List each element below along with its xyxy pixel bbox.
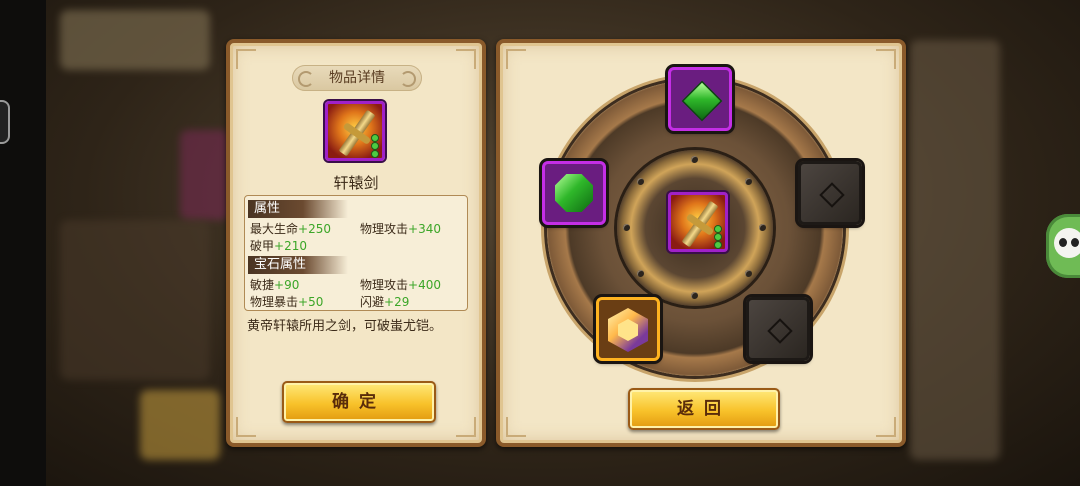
stat-armor-break: 破甲+210 [250, 237, 307, 254]
empty-slot-icon [767, 318, 793, 344]
stat-value: +50 [298, 295, 324, 309]
stat-label: 物理攻击 [360, 222, 409, 236]
rivet [637, 178, 644, 185]
stat-label: 闪避 [360, 295, 385, 309]
stat-label: 物理攻击 [360, 278, 409, 292]
stat-dodge: 闪避+29 [360, 293, 409, 310]
panel-corner-ornament [456, 417, 476, 437]
stat-value: +340 [408, 222, 441, 236]
socketed-gem-indicator-icon [371, 134, 379, 142]
stat-agility: 敏捷+90 [250, 276, 299, 293]
socketed-gem-indicator-icon [714, 241, 722, 249]
stat-value: +29 [384, 295, 410, 309]
panda-icon [1054, 228, 1080, 258]
sword-item-icon[interactable] [325, 101, 385, 161]
gem-slot-top[interactable] [668, 67, 732, 131]
panda-eye [1059, 238, 1067, 247]
swirl-ornament-icon [400, 71, 416, 87]
panel-corner-ornament [236, 49, 256, 69]
green-gem-icon [555, 174, 593, 212]
socketed-gem-indicator-icon [714, 233, 722, 241]
panel-corner-ornament [506, 49, 526, 69]
gem-attributes-heading: 宝石属性 [248, 256, 348, 274]
stats-box: 属性 最大生命+250 物理攻击+340 破甲+210 宝石属性 敏捷+90 物… [244, 195, 468, 311]
background-blur [60, 220, 210, 380]
background-blur [180, 130, 230, 220]
rivet [623, 224, 630, 231]
left-edge-strip [0, 0, 46, 486]
center-sword-item-icon[interactable] [668, 192, 728, 252]
confirm-button[interactable]: 确定 [282, 381, 436, 423]
panel-title: 物品详情 [329, 70, 385, 86]
panel-title-plate: 物品详情 [292, 65, 422, 91]
rivet [745, 178, 752, 185]
panel-corner-ornament [456, 49, 476, 69]
background-blur [140, 390, 220, 460]
socketed-gem-indicator-icon [714, 225, 722, 233]
stat-max-hp: 最大生命+250 [250, 220, 331, 237]
gem-slot-bottom-right[interactable] [746, 297, 810, 361]
attributes-heading: 属性 [248, 200, 348, 218]
panda-eye [1071, 238, 1079, 247]
back-button[interactable]: 返回 [628, 388, 780, 430]
stat-physical-attack: 物理攻击+400 [360, 276, 441, 293]
panda-assistant-button[interactable] [1046, 214, 1080, 278]
item-details-panel: 物品详情 轩辕剑 属性 最大生命+250 物理攻击+340 破甲+210 宝石属… [226, 39, 486, 447]
panel-corner-ornament [506, 417, 526, 437]
rivet [745, 270, 752, 277]
rivet [637, 270, 644, 277]
stat-physical-crit: 物理暴击+50 [250, 293, 323, 310]
stat-value: +400 [408, 278, 441, 292]
stat-label: 最大生命 [250, 222, 299, 236]
background-blur [60, 10, 210, 70]
swirl-ornament-icon [298, 71, 314, 87]
stat-label: 物理暴击 [250, 295, 299, 309]
socketed-gem-indicator-icon [371, 150, 379, 158]
rivet [691, 292, 698, 299]
background-blur [910, 40, 1000, 460]
panel-corner-ornament [876, 49, 896, 69]
rivet [691, 156, 698, 163]
gem-slot-bottom-left[interactable] [596, 297, 660, 361]
panel-corner-ornament [876, 417, 896, 437]
item-name: 轩辕剑 [333, 174, 379, 192]
stat-value: +250 [298, 222, 331, 236]
socketed-gem-indicator-icon [371, 142, 379, 150]
rivet [759, 224, 766, 231]
stat-value: +210 [274, 239, 307, 253]
item-description: 黄帝轩辕所用之剑，可破蚩尤铠。 [247, 319, 443, 334]
stat-value: +90 [274, 278, 300, 292]
stat-label: 敏捷 [250, 278, 275, 292]
side-drawer-handle[interactable] [0, 100, 10, 144]
green-crystal-icon [681, 80, 723, 122]
gem-slot-left[interactable] [542, 161, 606, 225]
stat-physical-attack: 物理攻击+340 [360, 220, 441, 237]
panel-corner-ornament [236, 417, 256, 437]
gem-socket-panel: 返回 [496, 39, 906, 447]
gem-slot-right[interactable] [798, 161, 862, 225]
empty-slot-icon [819, 182, 845, 208]
stat-label: 破甲 [250, 239, 275, 253]
